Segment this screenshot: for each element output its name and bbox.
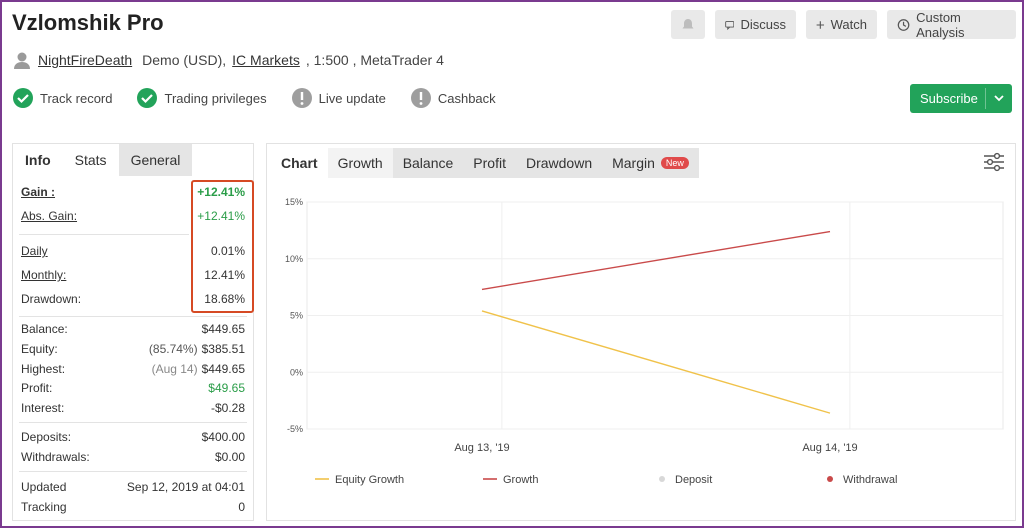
highest-label: Highest: [21, 362, 66, 376]
withdrawals-value: $0.00 [214, 450, 245, 464]
updated-label: Updated [21, 480, 67, 494]
user-avatar-icon [14, 52, 30, 69]
check-circle-icon [13, 88, 33, 108]
monthly-label: Monthly: [21, 268, 67, 282]
notify-button[interactable] [671, 10, 705, 39]
legend-swatch [659, 476, 665, 482]
info-tabs: Info Stats General [13, 144, 253, 176]
legend-label: Withdrawal [843, 474, 897, 486]
chevron-down-icon[interactable] [994, 94, 1004, 102]
subscribe-button[interactable]: Subscribe [910, 84, 1012, 113]
track-record-label: Track record [40, 90, 113, 106]
y-tick-label: 5% [290, 311, 303, 321]
chart-panel: Chart Growth Balance Profit Drawdown Mar… [266, 143, 1016, 521]
interest-label: Interest: [21, 401, 65, 415]
tab-stats[interactable]: Stats [63, 144, 119, 176]
highest-value: $449.65 [201, 362, 245, 376]
comment-icon [725, 20, 735, 30]
y-tick-label: 15% [285, 197, 303, 207]
profit-label: Profit: [21, 381, 53, 395]
user-link[interactable]: NightFireDeath [38, 52, 132, 68]
growth-chart: 15% 10% 5% 0% -5% Aug 13, '19 Aug 14, '19 Equit… [285, 197, 1004, 486]
profit-value: $49.65 [208, 381, 245, 395]
exclamation-circle-icon [410, 88, 431, 108]
daily-label: Daily [21, 244, 48, 258]
trading-privileges-badge[interactable]: Trading privileges [136, 87, 272, 109]
plus-icon [816, 20, 825, 29]
broker-link[interactable]: IC Markets [232, 52, 300, 68]
y-tick-label: 0% [290, 367, 303, 377]
tab-general[interactable]: General [118, 144, 193, 176]
x-tick-label: Aug 14, '19 [802, 442, 857, 454]
highlight-box [191, 180, 254, 313]
balance-label: Balance: [21, 322, 68, 336]
equity-value: $385.51 [201, 342, 245, 356]
x-tick-label: Aug 13, '19 [454, 442, 509, 454]
account-type: Demo (USD), [142, 52, 227, 68]
info-panel: Info Stats General Gain : +12.41% Abs. Ga… [12, 143, 254, 521]
interest-value: -$0.28 [210, 401, 245, 415]
watch-label: Watch [830, 17, 867, 32]
live-update-badge[interactable]: Live update [291, 87, 392, 109]
leverage-platform: , 1:500 , MetaTrader 4 [305, 52, 444, 68]
equity-label: Equity: [21, 342, 58, 356]
trading-privileges-label: Trading privileges [164, 90, 267, 106]
live-update-label: Live update [318, 90, 386, 106]
tab-info[interactable]: Info [13, 144, 63, 176]
status-badges: Track record Trading privileges Live upd… [12, 87, 502, 109]
legend-label: Growth [503, 474, 538, 486]
custom-analysis-label: Custom Analysis [916, 9, 965, 40]
gain-label: Gain : [21, 185, 56, 199]
check-circle-icon [137, 88, 158, 108]
cashback-label: Cashback [437, 90, 496, 106]
deposits-label: Deposits: [21, 430, 72, 444]
series-line-equity-growth [481, 310, 831, 414]
legend-label: Deposit [675, 474, 712, 486]
clock-icon [897, 18, 910, 31]
y-tick-label: -5% [287, 424, 303, 434]
track-record-badge[interactable]: Track record [12, 87, 118, 109]
balance-value: $449.65 [201, 322, 245, 336]
custom-analysis-button[interactable]: Custom Analysis [887, 9, 1016, 40]
discuss-label: Discuss [740, 17, 786, 32]
subscribe-label: Subscribe [920, 91, 978, 106]
page-title: Vzlomshik Pro [12, 10, 164, 35]
drawdown-label: Drawdown: [21, 292, 82, 306]
deposits-value: $400.00 [201, 430, 245, 444]
series-line-growth [481, 230, 831, 291]
watch-button[interactable]: Watch [806, 10, 877, 39]
discuss-button[interactable]: Discuss [715, 10, 796, 39]
bell-icon [682, 18, 694, 28]
withdrawals-label: Withdrawals: [21, 450, 90, 464]
tracking-value: 0 [238, 500, 245, 514]
cashback-badge[interactable]: Cashback [410, 87, 502, 109]
legend-swatch [827, 476, 833, 482]
legend-label: Equity Growth [335, 474, 404, 486]
tracking-label: Tracking [21, 500, 67, 514]
equity-percent: (85.74%) [148, 342, 198, 356]
abs-gain-label: Abs. Gain: [21, 209, 78, 223]
account-info: NightFireDeath Demo (USD), IC Markets , … [12, 50, 444, 70]
updated-value: Sep 12, 2019 at 04:01 [126, 480, 245, 494]
highest-date: (Aug 14) [151, 362, 198, 376]
y-tick-label: 10% [285, 254, 303, 264]
exclamation-circle-icon [291, 88, 312, 108]
